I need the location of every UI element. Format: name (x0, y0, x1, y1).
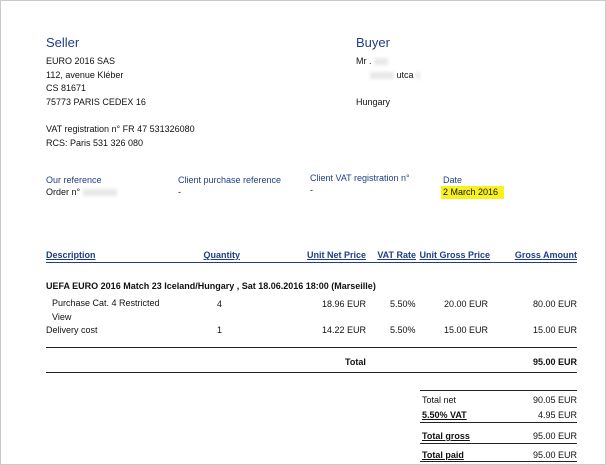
seller-line: 75773 PARIS CEDEX 16 (46, 96, 146, 107)
row-description-line: Purchase Cat. 4 Restricted (52, 298, 160, 308)
seller-address: EURO 2016 SAS 112, avenue Kléber CS 8167… (46, 55, 146, 109)
client-vat-label: Client VAT registration n° (310, 173, 410, 183)
buyer-street: utca (396, 69, 414, 80)
column-header-vat-rate: VAT Rate (377, 250, 416, 260)
buyer-name-line: Mr . (356, 55, 420, 69)
row-quantity: 1 (217, 325, 223, 335)
column-header-gross-amount: Gross Amount (514, 250, 577, 260)
seller-line: EURO 2016 SAS (46, 56, 116, 66)
our-reference-value: Order n° (46, 187, 117, 197)
client-vat-value: - (310, 185, 313, 195)
redaction (370, 71, 394, 79)
date-label: Date (443, 175, 463, 185)
total-paid-label: Total paid (422, 450, 464, 460)
seller-rcs: RCS: Paris 531 326 080 (46, 137, 144, 148)
buyer-heading: Buyer (356, 35, 390, 50)
seller-line: CS 81671 (46, 83, 87, 93)
date-value: 2 March 2016 (441, 186, 505, 199)
row-quantity: 4 (217, 299, 223, 309)
redaction (82, 189, 117, 197)
row-unit-net-price: 14.22 EUR (321, 325, 366, 335)
row-vat-rate: 5.50% (390, 299, 416, 309)
summary-rule (420, 461, 577, 462)
seller-vat: VAT registration n° FR 47 531326080 (46, 124, 195, 134)
table-row-description: Purchase Cat. 4 Restricted View (52, 297, 160, 324)
total-value: 95.00 EUR (532, 357, 577, 367)
row-unit-gross-price: 15.00 EUR (443, 325, 488, 335)
row-vat-rate: 5.50% (390, 325, 416, 335)
column-header-unit-gross-price: Unit Gross Price (419, 250, 490, 260)
buyer-country: Hungary (356, 96, 391, 107)
total-gross-label: Total gross (422, 431, 470, 441)
seller-line: 112, avenue Kléber (46, 69, 124, 80)
summary-rule (420, 390, 577, 391)
vat-value: 4.95 EUR (537, 410, 577, 420)
client-purchase-reference-label: Client purchase reference (178, 175, 282, 185)
order-number-label: Order n° (46, 187, 81, 197)
row-description-line: View (52, 311, 72, 322)
client-purchase-reference-value: - (178, 187, 181, 197)
total-label: Total (345, 357, 366, 367)
seller-heading: Seller (46, 35, 80, 50)
header-rule (46, 262, 577, 263)
redaction (416, 71, 421, 79)
row-gross-amount: 15.00 EUR (532, 325, 577, 335)
buyer-street-line: utca (356, 69, 421, 83)
total-gross-value: 95.00 EUR (532, 431, 577, 441)
total-net-label: Total net (422, 395, 457, 405)
total-paid-value: 95.00 EUR (532, 450, 577, 460)
row-unit-gross-price: 20.00 EUR (443, 299, 488, 309)
seller-registration: VAT registration n° FR 47 531326080 RCS:… (46, 123, 195, 150)
buyer-address: Mr . utca Hungary (356, 55, 421, 109)
summary-rule (420, 443, 577, 444)
date-highlight: 2 March 2016 (441, 186, 505, 199)
event-title: UEFA EURO 2016 Match 23 Iceland/Hungary … (46, 281, 376, 291)
row-gross-amount: 80.00 EUR (532, 299, 577, 309)
total-rule-bottom (46, 372, 577, 373)
buyer-name: Mr . (356, 56, 372, 66)
row-description-line: Delivery cost (46, 325, 98, 335)
vat-label: 5.50% VAT (422, 410, 467, 420)
redaction (374, 58, 389, 66)
buyer-blank-line (356, 82, 420, 96)
column-header-quantity: Quantity (203, 250, 240, 260)
total-net-value: 90.05 EUR (532, 395, 577, 405)
our-reference-label: Our reference (46, 175, 102, 185)
row-unit-net-price: 18.96 EUR (321, 299, 366, 309)
summary-rule (420, 422, 577, 423)
column-header-description: Description (46, 250, 96, 260)
column-header-unit-net-price: Unit Net Price (306, 250, 366, 260)
total-rule (46, 347, 577, 348)
